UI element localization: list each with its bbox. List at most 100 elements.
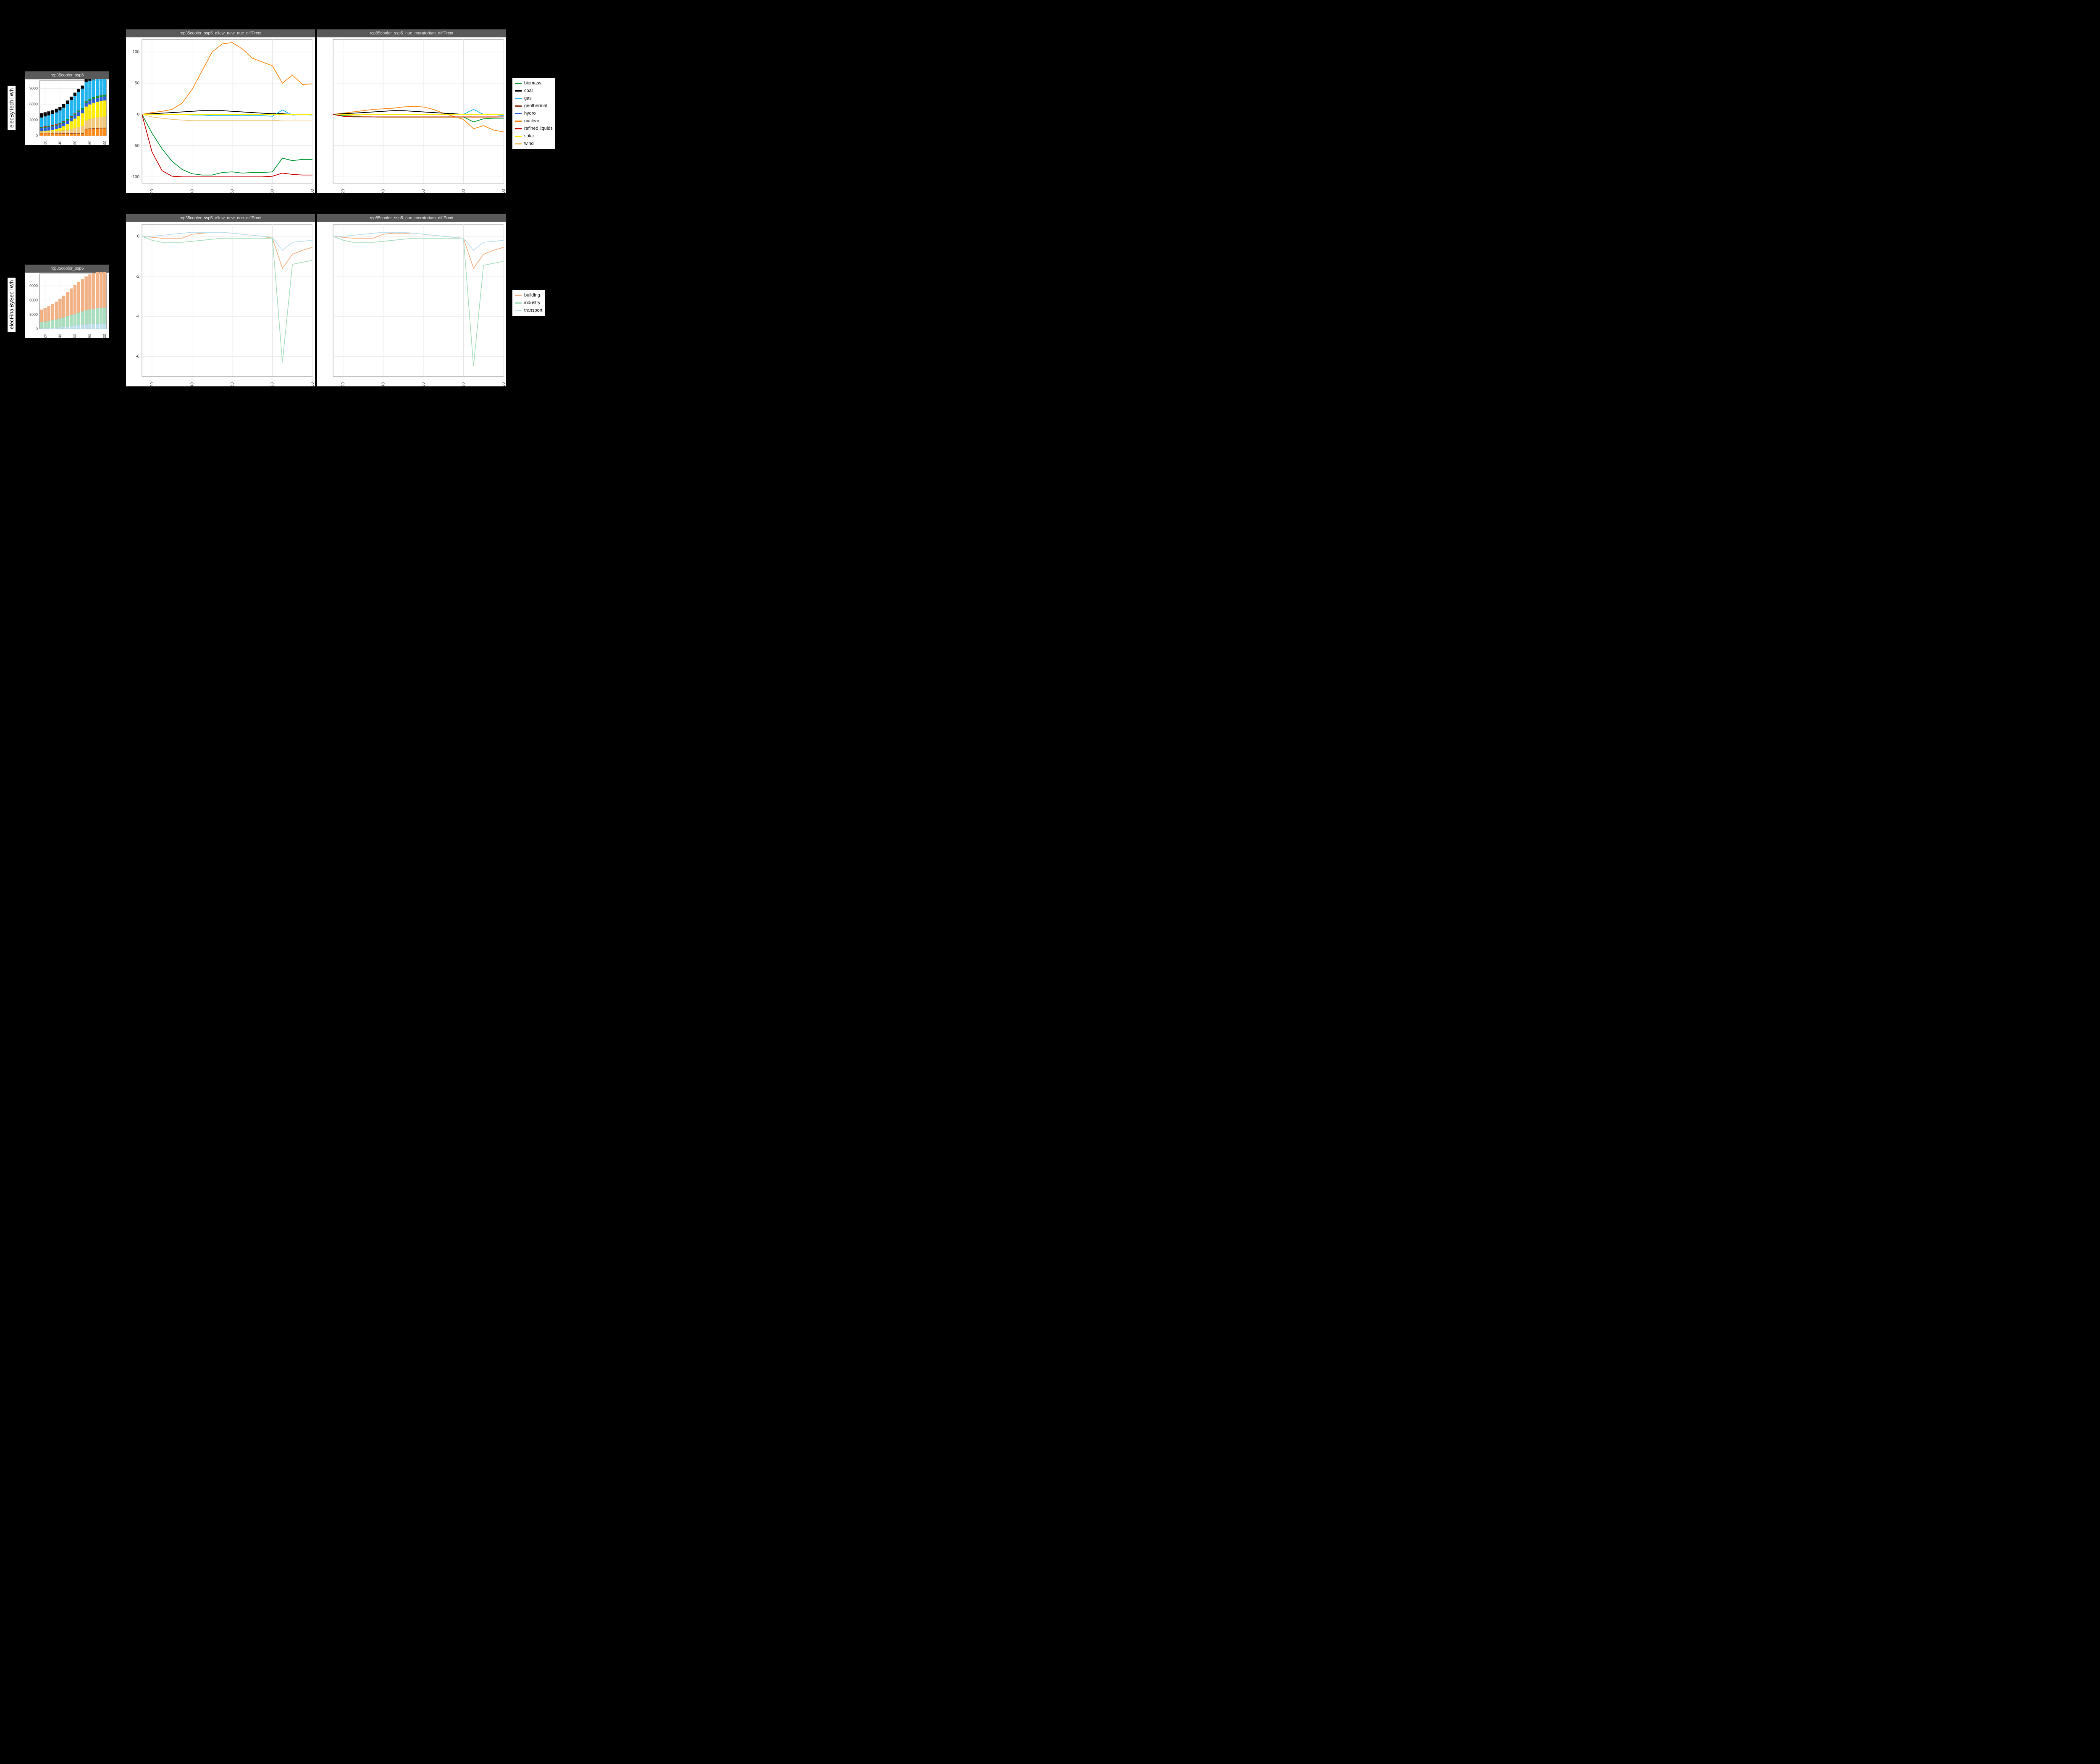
bar-industry [70,315,73,326]
bar-biomass [96,96,99,98]
legend-item: refined liquids [515,125,553,132]
bar-building [81,279,84,311]
bar-coal [47,111,50,115]
bar-gas [51,114,54,125]
bar-wind [66,130,69,133]
bar-nuclear [44,133,47,136]
bar-industry [47,321,50,328]
svg-text:2040: 2040 [190,189,194,193]
svg-text:2020: 2020 [341,382,346,386]
bar-industry [81,311,84,325]
bar-geothermal [74,133,76,134]
bar-refined liquids [44,126,47,127]
bar-building [70,289,73,315]
svg-text:2080: 2080 [270,382,275,386]
svg-text:0: 0 [36,134,38,138]
bar-building [96,272,99,308]
svg-text:2060: 2060 [230,382,235,386]
bar-hydro [44,128,47,131]
bar-wind [70,129,73,133]
bar-wind [96,118,99,128]
svg-text:2060: 2060 [73,334,77,338]
bar-geothermal [70,133,73,134]
svg-text:2020: 2020 [150,382,155,386]
bar-biomass [103,95,106,97]
bar-building [103,272,106,307]
bar-building [88,274,91,309]
bar-gas [74,96,76,113]
legend-label: nuclear [524,118,539,123]
bar-hydro [66,121,69,124]
bar-solar [77,116,80,127]
bar-gas [77,92,80,110]
bar-nuclear [55,134,58,136]
bar-nuclear [96,129,99,136]
svg-text:2020: 2020 [43,334,47,338]
bar-solar [100,101,102,117]
bar-geothermal [103,128,106,129]
svg-text:2040: 2040 [381,189,386,193]
svg-text:2100: 2100 [103,141,107,145]
svg-text:2040: 2040 [58,334,62,338]
bar-hydro [40,128,43,131]
bar-gas [62,108,65,121]
svg-text:2080: 2080 [88,141,92,145]
svg-text:2060: 2060 [421,189,426,193]
bar-wind [55,131,58,133]
legend-item: nuclear [515,117,553,125]
legend-label: solar [524,134,534,139]
bar-hydro [62,123,65,126]
legend-label: industry [524,300,541,305]
bar-coal [84,79,87,82]
svg-text:2100: 2100 [310,382,315,386]
bar-hydro [55,126,58,129]
bar-coal [81,86,84,89]
bar-transport [62,327,65,329]
bar-nuclear [66,134,69,136]
bar-solar [40,131,43,132]
bar-transport [66,326,69,329]
bar-hydro [51,126,54,130]
bar-building [92,273,95,309]
bar-hydro [84,103,87,107]
svg-text:-2: -2 [136,274,139,279]
bar-wind [51,131,54,133]
bar-wind [74,128,76,133]
facet-strip: rcp85cooler_ssp5_allow_new_nuc_diffPrcnt [126,29,315,37]
bar-coal [55,109,58,113]
bar-wind [58,131,61,133]
bar-solar [58,128,61,131]
legend-label: gas [524,96,532,101]
bar-wind [44,132,47,133]
bar-industry [55,319,58,328]
bar-building [66,292,69,317]
bar-coal [58,107,61,110]
bar-wind [92,118,95,129]
bar-wind [84,121,87,129]
bar-biomass [62,122,65,123]
facet-strip: rcp85cooler_ssp5 [25,265,109,273]
bar-industry [58,318,61,327]
bar-geothermal [81,133,84,134]
legend-item: industry [515,299,542,307]
bar-gas [44,116,47,126]
svg-text:2040: 2040 [58,141,62,145]
svg-text:-6: -6 [136,354,139,359]
bar-industry [77,312,80,325]
bar-wind [88,119,91,129]
svg-text:2080: 2080 [461,382,466,386]
bar-wind [62,130,65,133]
svg-text:2020: 2020 [43,141,47,145]
bar-building [84,276,87,310]
bar-nuclear [47,133,50,136]
bar-nuclear [70,134,73,136]
line-facet: rcp85cooler_ssp5_allow_new_nuc_diffPrcnt… [126,214,315,386]
bar-coal [77,89,80,92]
bar-industry [100,308,102,323]
bar-industry [51,320,54,328]
bar-geothermal [100,128,102,129]
bar-building [62,296,65,318]
bar-hydro [88,100,91,104]
legend-item: coal [515,87,553,94]
bar-transport [47,328,50,329]
